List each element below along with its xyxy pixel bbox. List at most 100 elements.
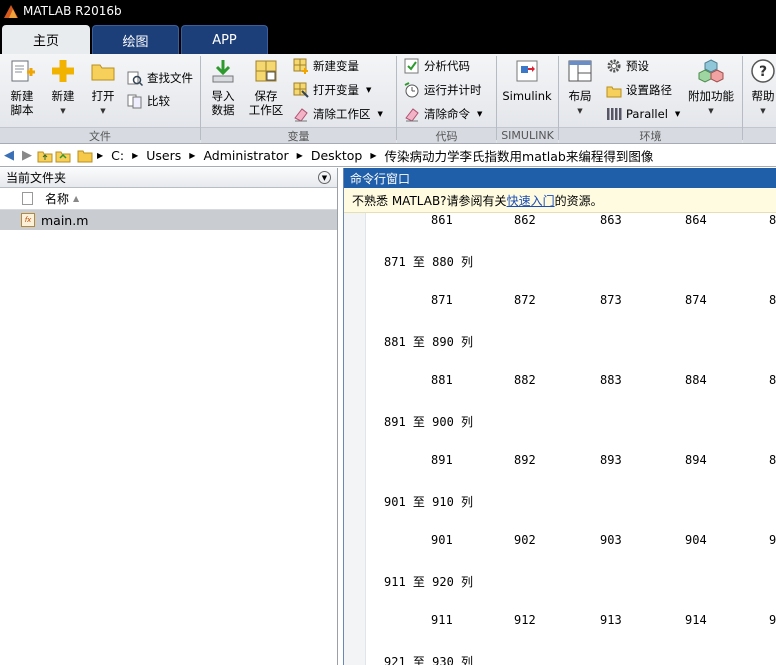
output-value: 883 [600,373,622,387]
layout-button[interactable]: 布局 ▼ [564,58,596,118]
gear-icon [607,59,621,73]
new-dropdown-icon[interactable]: ▼ [60,104,65,118]
ribbon-toolbar: 新建 脚本 新建 ▼ 打开 ▼ 查找文件 比较 文件 导入 数据 保存 工作区 … [0,54,776,144]
help-question-icon: ? [751,59,775,83]
command-output[interactable]: 861 862 863 864 8 871 至 880 列 871 872 873 874 8 881… [344,213,776,665]
compare-icon [127,94,142,109]
find-files-button[interactable]: 查找文件 [127,68,193,88]
add-ons-button[interactable]: 附加功能 ▼ [686,58,736,118]
parallel-button[interactable]: Parallel ▼ [606,104,680,124]
set-path-icon [606,86,622,98]
panel-menu-icon[interactable]: ▼ [318,171,331,184]
environment-group-label: 环境 [559,127,742,143]
file-list-item[interactable]: fx main.m [0,210,337,230]
import-data-button[interactable]: 导入 数据 [207,58,239,117]
output-value: 903 [600,533,622,547]
up-folder-icon[interactable] [36,148,54,164]
column-range-header: 871 至 880 列 [384,255,474,269]
clear-commands-button[interactable]: 清除命令 ▼ [404,104,482,124]
quick-start-link[interactable]: 快速入门 [507,192,555,209]
save-label-2: 工作区 [248,103,284,117]
breadcrumb-desktop[interactable]: Desktop [311,148,363,163]
set-path-label: 设置路径 [626,83,672,97]
compare-button[interactable]: 比较 [127,91,170,111]
output-value: 8 [769,293,776,307]
tab-plots[interactable]: 绘图 [92,25,179,54]
command-window-header: 命令行窗口 [344,168,776,188]
add-ons-label: 附加功能 [688,89,734,103]
tab-home[interactable]: 主页 [2,25,90,54]
simulink-icon [516,60,538,82]
simulink-group-label: SIMULINK [497,127,558,143]
simulink-group-label-text: SIMULINK [501,129,554,142]
new-label: 新建 [51,89,75,103]
layout-dropdown-icon[interactable]: ▼ [577,104,582,118]
name-column-header[interactable]: 名称 ▲ [0,188,337,210]
notice-suffix: 的资源。 [554,193,603,208]
current-folder-panel: 当前文件夹 ▼ 名称 ▲ fx main.m [0,168,338,665]
output-value: 9 [769,613,776,627]
name-column-label: 名称 [45,192,70,206]
path-separator-icon: ▶ [370,151,377,160]
run-and-time-button[interactable]: 运行并计时 [404,80,482,100]
breadcrumb-current-folder[interactable]: 传染病动力学李氏指数用matlab来编程得到图像 [385,146,654,165]
path-separator-icon: ▶ [189,151,196,160]
output-value: 901 [431,533,453,547]
tab-apps[interactable]: APP [181,25,268,54]
output-value: 913 [600,613,622,627]
file-group-label: 文件 [0,127,200,143]
open-variable-dropdown-icon[interactable]: ▼ [366,86,371,94]
simulink-button[interactable]: Simulink [502,58,552,103]
analyze-code-button[interactable]: 分析代码 [404,56,470,76]
clear-commands-icon [405,108,419,122]
output-value: 8 [769,373,776,387]
clear-commands-dropdown-icon[interactable]: ▼ [477,110,482,118]
add-ons-dropdown-icon[interactable]: ▼ [708,104,713,118]
getting-started-notice: 不熟悉 MATLAB?请参阅有关 快速入门 的资源。 [344,188,776,213]
parallel-dropdown-icon[interactable]: ▼ [675,110,680,118]
tab-apps-label: APP [212,32,237,48]
browse-folder-icon[interactable] [54,148,72,164]
clear-workspace-button[interactable]: 清除工作区 ▼ [293,104,383,124]
preferences-button[interactable]: 预设 [606,56,649,76]
open-dropdown-icon[interactable]: ▼ [100,104,105,118]
current-folder-header: 当前文件夹 ▼ [0,168,337,188]
save-label-1: 保存 [254,89,278,103]
m-file-icon: fx [21,213,35,227]
open-variable-icon [293,82,309,98]
file-name: main.m [41,212,89,228]
open-variable-button[interactable]: 打开变量 ▼ [293,80,371,100]
breadcrumb-administrator[interactable]: Administrator [203,148,288,163]
environment-group-label-text: 环境 [639,129,662,143]
run-and-time-label: 运行并计时 [424,83,482,97]
output-value: 902 [514,533,536,547]
output-value: 892 [514,453,536,467]
set-path-button[interactable]: 设置路径 [606,80,672,100]
new-script-button[interactable]: 新建 脚本 [5,58,39,117]
command-gutter [344,213,366,665]
ribbon-tab-strip: 主页 绘图 APP [0,22,776,54]
new-variable-button[interactable]: 新建变量 [293,56,359,76]
import-label-1: 导入 [211,89,235,103]
breadcrumb-drive[interactable]: C: [111,148,124,163]
output-value: 872 [514,293,536,307]
breadcrumb-users[interactable]: Users [146,148,181,163]
output-value: 863 [600,213,622,227]
open-button[interactable]: 打开 ▼ [87,58,119,118]
new-button[interactable]: 新建 ▼ [47,58,79,118]
clear-workspace-dropdown-icon[interactable]: ▼ [378,110,383,118]
find-files-label: 查找文件 [147,71,193,85]
help-dropdown-icon[interactable]: ▼ [760,104,765,118]
help-button[interactable]: ? 帮助 ▼ [748,58,776,118]
parallel-label: Parallel [626,107,668,121]
output-value: 914 [685,613,707,627]
window-title: MATLAB R2016b [23,4,122,18]
find-files-icon [127,71,143,86]
forward-arrow-icon[interactable]: ▶ [18,148,36,164]
path-separator-icon: ▶ [296,151,303,160]
save-workspace-button[interactable]: 保存 工作区 [246,58,286,117]
back-arrow-icon[interactable]: ◀ [0,148,18,164]
new-script-icon [11,60,35,82]
output-value: 881 [431,373,453,387]
clear-commands-label: 清除命令 [424,107,470,121]
